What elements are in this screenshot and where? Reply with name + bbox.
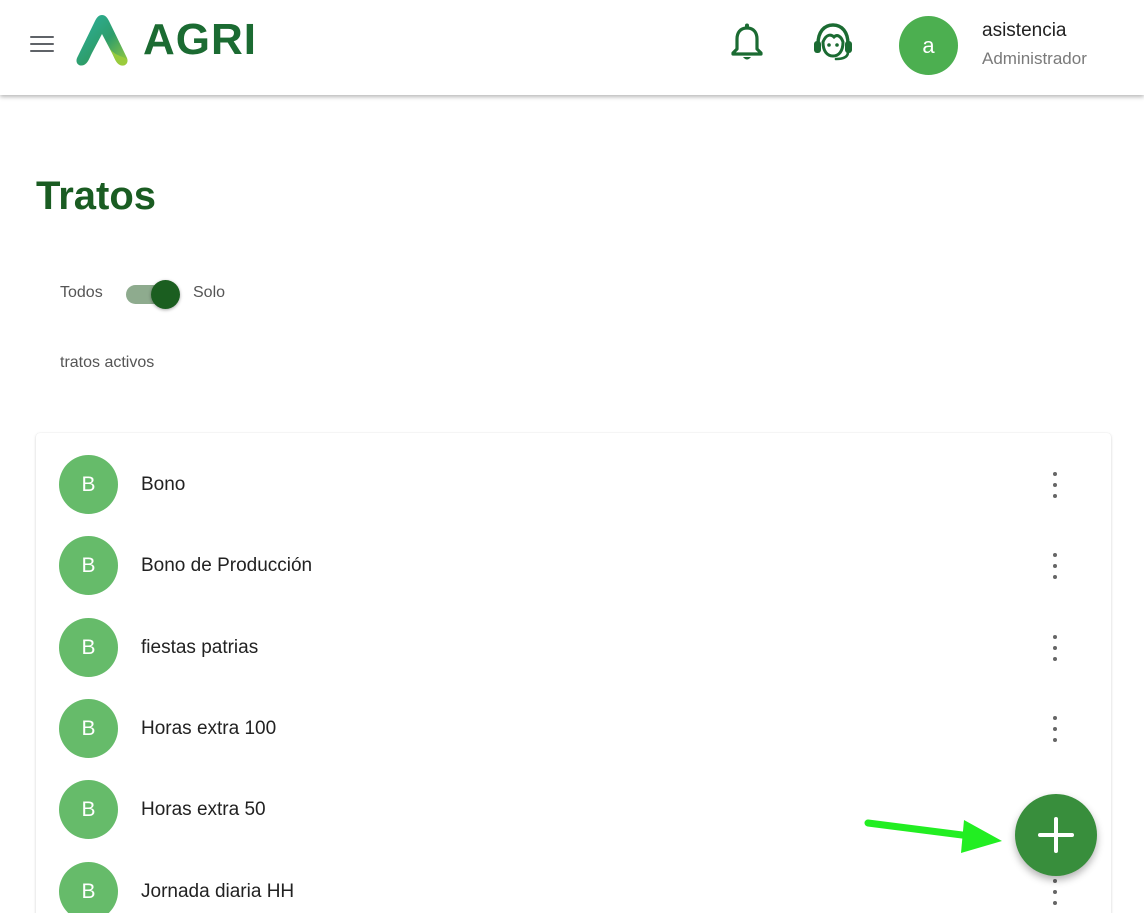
item-avatar: B — [59, 536, 118, 595]
item-label: Bono — [141, 474, 186, 495]
brand-wordmark: AGRI — [143, 15, 257, 64]
more-vert-icon[interactable] — [1044, 553, 1066, 579]
filter-label-solo: Solo — [193, 284, 226, 301]
active-filter-toggle[interactable] — [126, 280, 182, 310]
item-avatar: B — [59, 862, 118, 913]
item-avatar: B — [59, 780, 118, 839]
item-label: Bono de Producción — [141, 555, 313, 576]
list-item[interactable]: B fiestas patrias — [36, 607, 1111, 688]
agri-logo-icon — [76, 15, 128, 66]
item-avatar: B — [59, 699, 118, 758]
app-root: AGRI a asistencia Administrador Tratos T… — [0, 0, 1144, 913]
item-label: Horas extra 50 — [141, 799, 266, 820]
filter-caption: tratos activos — [60, 354, 155, 371]
item-label: fiestas patrias — [141, 637, 259, 658]
user-name: asistencia — [982, 20, 1067, 41]
toggle-knob — [151, 280, 180, 309]
user-role: Administrador — [982, 49, 1087, 68]
list-item[interactable]: B Bono — [36, 444, 1111, 525]
more-vert-icon[interactable] — [1044, 472, 1066, 498]
annotation-arrow-icon — [864, 819, 1002, 853]
item-avatar: B — [59, 455, 118, 514]
item-label: Horas extra 100 — [141, 718, 277, 739]
page-title: Tratos — [36, 174, 157, 218]
more-vert-icon[interactable] — [1044, 716, 1066, 742]
item-avatar: B — [59, 618, 118, 677]
user-avatar[interactable]: a — [899, 16, 958, 75]
list-item[interactable]: B Bono de Producción — [36, 525, 1111, 606]
add-trato-button[interactable] — [1015, 794, 1097, 876]
filter-label-todos: Todos — [60, 284, 103, 301]
hamburger-menu-icon[interactable] — [30, 36, 54, 54]
item-label: Jornada diaria HH — [141, 881, 295, 902]
list-item[interactable]: B Jornada diaria HH — [36, 851, 1111, 913]
bell-icon[interactable] — [728, 22, 766, 62]
more-vert-icon[interactable] — [1044, 635, 1066, 661]
top-app-bar: AGRI a asistencia Administrador — [0, 0, 1144, 95]
more-vert-icon[interactable] — [1044, 879, 1066, 905]
headset-support-icon[interactable] — [810, 20, 856, 62]
list-item[interactable]: B Horas extra 100 — [36, 688, 1111, 769]
